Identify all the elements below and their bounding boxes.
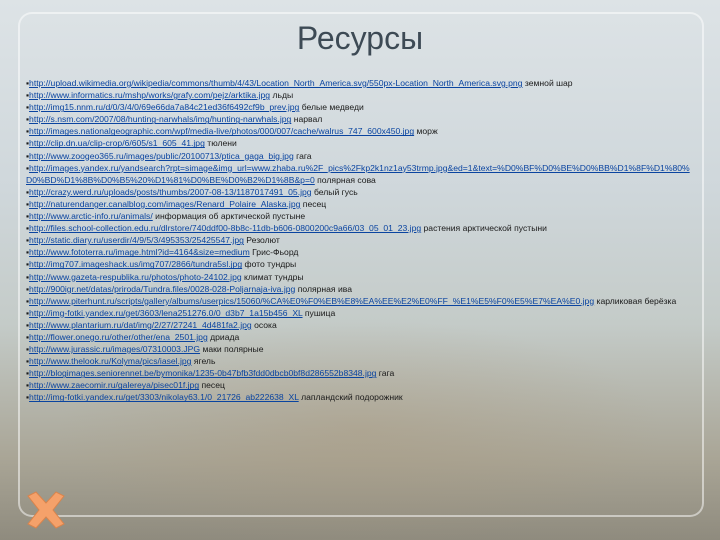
list-item: ▪http://img15.nnm.ru/d/0/3/4/0/69e66da7a… [26,101,694,113]
resource-link[interactable]: http://crazy.werd.ru/uploads/posts/thumb… [29,187,312,197]
resource-link[interactable]: http://s.nsm.com/2007/08/hunting-narwhal… [29,114,291,124]
resource-caption: дриада [207,331,240,342]
list-item: ▪http://900igr.net/datas/priroda/Tundra.… [26,283,694,295]
list-item: ▪http://images.nationalgeographic.com/wp… [26,125,694,137]
list-item: ▪http://www.zaecomir.ru/galereya/pisec01… [26,379,694,391]
list-item: ▪http://www.gazeta-respublika.ru/photos/… [26,271,694,283]
resource-list: ▪http://upload.wikimedia.org/wikipedia/c… [26,77,694,404]
resource-caption: полярная ива [295,283,353,294]
resource-caption: тюлени [204,138,237,149]
resource-link[interactable]: http://www.thelook.ru/Kolyma/pics/iasel.… [29,356,191,366]
list-item: ▪http://www.arctic-info.ru/animals/ инфо… [26,210,694,222]
list-item: ▪http://www.plantarium.ru/dat/img/2/27/2… [26,319,694,331]
resource-link[interactable]: http://images.nationalgeographic.com/wpf… [29,126,414,136]
list-item: ▪http://www.zoogeo365.ru/images/public/2… [26,150,694,162]
resource-link[interactable]: http://img707.imageshack.us/img707/2866/… [29,259,242,269]
slide-title: Ресурсы [296,20,424,56]
resource-link[interactable]: http://blogimages.seniorennet.be/bymonik… [29,368,376,378]
resource-caption: растения арктической пустыни [421,223,547,234]
resource-caption: гага [293,150,312,161]
list-item: ▪http://www.thelook.ru/Kolyma/pics/iasel… [26,355,694,367]
resource-caption: нарвал [291,114,323,125]
resource-caption: Резолют [243,235,280,246]
resource-link[interactable]: http://www.plantarium.ru/dat/img/2/27/27… [29,320,252,330]
resource-caption: белый гусь [311,186,358,197]
resource-link[interactable]: http://www.jurassic.ru/images/07310003.J… [29,344,200,354]
list-item: ▪http://img707.imageshack.us/img707/2866… [26,258,694,270]
resource-caption: фото тундры [242,259,297,270]
resource-caption: белые медведи [299,102,364,113]
close-icon[interactable] [24,490,68,530]
resource-caption: гага [376,368,395,379]
resource-link[interactable]: http://www.informatics.ru/mshp/works/gra… [29,90,270,100]
list-item: ▪http://flower.onego.ru/other/other/ena_… [26,331,694,343]
resource-link[interactable]: http://naturendanger.canalblog.com/image… [29,199,300,209]
resource-link[interactable]: http://img15.nnm.ru/d/0/3/4/0/69e66da7a8… [29,102,299,112]
list-item: ▪http://files.school-collection.edu.ru/d… [26,222,694,234]
resource-link[interactable]: http://flower.onego.ru/other/other/ena_2… [29,332,208,342]
resource-caption: земной шар [522,78,573,88]
resource-link[interactable]: http://www.piterhunt.ru/scripts/gallery/… [29,296,594,306]
list-item: ▪http://www.informatics.ru/mshp/works/gr… [26,89,694,101]
resource-caption: песец [300,198,327,209]
resource-link[interactable]: http://files.school-collection.edu.ru/dl… [29,223,421,233]
list-item: ▪http://images.yandex.ru/yandsearch?rpt=… [26,162,694,186]
resource-link[interactable]: http://upload.wikimedia.org/wikipedia/co… [29,78,522,88]
resource-link[interactable]: http://www.gazeta-respublika.ru/photos/p… [29,272,242,282]
resource-caption: климат тундры [241,271,304,282]
resource-caption: карликовая берёзка [594,295,677,306]
list-item: ▪http://naturendanger.canalblog.com/imag… [26,198,694,210]
resource-link[interactable]: http://img-fotki.yandex.ru/get/3303/niko… [29,392,299,402]
resource-link[interactable]: http://www.zaecomir.ru/galereya/pisec01f… [29,380,199,390]
list-item: ▪http://img-fotki.yandex.ru/get/3603/len… [26,307,694,319]
resource-link[interactable]: http://static.diary.ru/userdir/4/9/5/3/4… [29,235,244,245]
resource-caption: льды [270,90,294,101]
resource-link[interactable]: http://www.zoogeo365.ru/images/public/20… [29,151,294,161]
list-item: ▪http://crazy.werd.ru/uploads/posts/thum… [26,186,694,198]
list-item: ▪http://clip.dn.ua/clip-crop/6/605/s1_60… [26,137,694,149]
list-item: ▪http://www.piterhunt.ru/scripts/gallery… [26,295,694,307]
list-item: ▪http://upload.wikimedia.org/wikipedia/c… [26,77,694,89]
resource-caption: осока [251,319,277,330]
resource-caption: полярная сова [314,174,376,185]
resource-caption: песец [199,380,225,391]
list-item: ▪http://s.nsm.com/2007/08/hunting-narwha… [26,113,694,125]
resource-caption: маки полярные [200,344,264,355]
resource-caption: пушица [302,307,336,318]
resource-caption: ягель [191,356,216,367]
resource-caption: Грис-Фьорд [249,247,299,258]
list-item: ▪http://www.jurassic.ru/images/07310003.… [26,343,694,355]
list-item: ▪http://blogimages.seniorennet.be/bymoni… [26,367,694,379]
resource-link[interactable]: http://900igr.net/datas/priroda/Tundra.f… [29,284,295,294]
resource-caption: морж [414,126,438,137]
resource-link[interactable]: http://img-fotki.yandex.ru/get/3603/lena… [29,308,302,318]
resource-caption: информация об арктической пустыне [152,211,306,222]
list-item: ▪http://www.fototerra.ru/image.html?id=4… [26,246,694,258]
resource-caption: лапландский подорожник [298,392,403,403]
resource-link[interactable]: http://www.fototerra.ru/image.html?id=41… [29,247,250,257]
resource-link[interactable]: http://clip.dn.ua/clip-crop/6/605/s1_605… [29,138,205,148]
list-item: ▪http://static.diary.ru/userdir/4/9/5/3/… [26,234,694,246]
list-item: ▪http://img-fotki.yandex.ru/get/3303/nik… [26,391,694,403]
resource-link[interactable]: http://www.arctic-info.ru/animals/ [29,211,153,221]
